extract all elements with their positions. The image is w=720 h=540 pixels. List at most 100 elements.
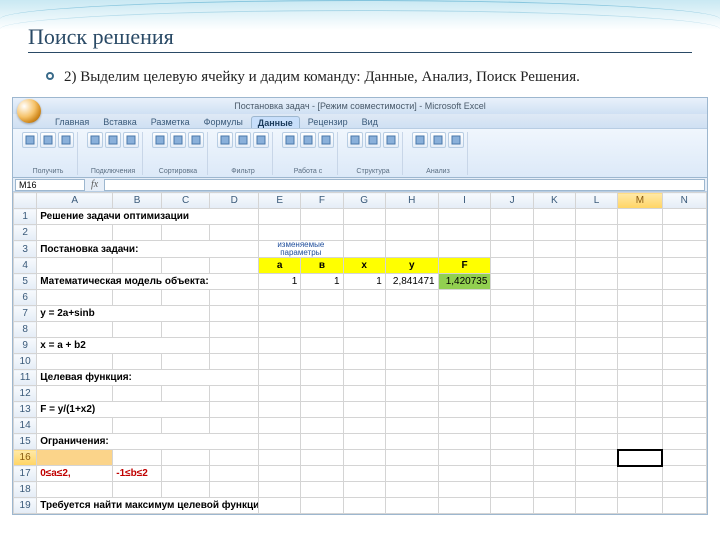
row-header-16[interactable]: 16 (14, 450, 37, 466)
cell-K9[interactable] (533, 338, 575, 354)
cell-A11[interactable]: Целевая функция: (37, 370, 259, 386)
cell-J7[interactable] (491, 306, 533, 322)
ribbon-button[interactable] (105, 132, 121, 148)
cell-I1[interactable] (438, 209, 491, 225)
cell-B12[interactable] (113, 386, 162, 402)
cell-M18[interactable] (618, 482, 662, 498)
cell-N9[interactable] (662, 338, 706, 354)
cell-D8[interactable] (210, 322, 259, 338)
cell-H14[interactable] (385, 418, 438, 434)
ribbon-button[interactable] (383, 132, 399, 148)
cell-L16[interactable] (575, 450, 617, 466)
cell-I11[interactable] (438, 370, 491, 386)
col-header-M[interactable]: M (618, 193, 662, 209)
cell-D18[interactable] (210, 482, 259, 498)
cell-E10[interactable] (259, 354, 301, 370)
row-header-5[interactable]: 5 (14, 274, 37, 290)
cell-K19[interactable] (533, 498, 575, 514)
cell-L4[interactable] (575, 258, 617, 274)
cell-A5[interactable]: Математическая модель объекта: (37, 274, 259, 290)
cell-E3[interactable]: изменяемые параметры (259, 241, 344, 258)
cell-M16[interactable] (618, 450, 662, 466)
cell-F18[interactable] (301, 482, 343, 498)
row-header-1[interactable]: 1 (14, 209, 37, 225)
cell-M13[interactable] (618, 402, 662, 418)
row-header-18[interactable]: 18 (14, 482, 37, 498)
col-header-G[interactable]: G (343, 193, 385, 209)
ribbon-button[interactable] (188, 132, 204, 148)
cell-L6[interactable] (575, 290, 617, 306)
cell-B17[interactable]: -1≤b≤2 (113, 466, 162, 482)
cell-A3[interactable]: Постановка задачи: (37, 241, 259, 258)
cell-M8[interactable] (618, 322, 662, 338)
cell-M4[interactable] (618, 258, 662, 274)
ribbon-button[interactable] (123, 132, 139, 148)
cell-H9[interactable] (385, 338, 438, 354)
cell-D14[interactable] (210, 418, 259, 434)
cell-A10[interactable] (37, 354, 113, 370)
cell-G15[interactable] (343, 434, 385, 450)
ribbon-tab-3[interactable]: Формулы (198, 116, 249, 128)
cell-A12[interactable] (37, 386, 113, 402)
cell-E18[interactable] (259, 482, 301, 498)
cell-I13[interactable] (438, 402, 491, 418)
cell-F1[interactable] (301, 209, 343, 225)
cell-H18[interactable] (385, 482, 438, 498)
cell-I10[interactable] (438, 354, 491, 370)
cell-G10[interactable] (343, 354, 385, 370)
cell-M6[interactable] (618, 290, 662, 306)
cell-D13[interactable] (210, 402, 259, 418)
cell-E5[interactable]: 1 (259, 274, 301, 290)
cell-K18[interactable] (533, 482, 575, 498)
ribbon-button[interactable] (282, 132, 298, 148)
cell-I8[interactable] (438, 322, 491, 338)
cell-M15[interactable] (618, 434, 662, 450)
cell-G9[interactable] (343, 338, 385, 354)
cell-D7[interactable] (210, 306, 259, 322)
ribbon-button[interactable] (217, 132, 233, 148)
cell-H16[interactable] (385, 450, 438, 466)
cell-M1[interactable] (618, 209, 662, 225)
cell-G6[interactable] (343, 290, 385, 306)
row-header-17[interactable]: 17 (14, 466, 37, 482)
cell-C4[interactable] (161, 258, 210, 274)
ribbon-tab-0[interactable]: Главная (49, 116, 95, 128)
cell-L14[interactable] (575, 418, 617, 434)
cell-K5[interactable] (533, 274, 575, 290)
ribbon-button[interactable] (430, 132, 446, 148)
cell-C18[interactable] (161, 482, 210, 498)
cell-I2[interactable] (438, 225, 491, 241)
formula-bar[interactable] (104, 179, 705, 191)
cell-F9[interactable] (301, 338, 343, 354)
cell-E16[interactable] (259, 450, 301, 466)
cell-F14[interactable] (301, 418, 343, 434)
cell-F17[interactable] (301, 466, 343, 482)
cell-B2[interactable] (113, 225, 162, 241)
cell-H2[interactable] (385, 225, 438, 241)
cell-L13[interactable] (575, 402, 617, 418)
cell-K3[interactable] (533, 241, 575, 258)
cell-I7[interactable] (438, 306, 491, 322)
fx-icon[interactable]: fx (91, 179, 98, 190)
cell-G2[interactable] (343, 225, 385, 241)
ribbon-button[interactable] (235, 132, 251, 148)
cell-A2[interactable] (37, 225, 113, 241)
cell-F8[interactable] (301, 322, 343, 338)
cell-G12[interactable] (343, 386, 385, 402)
cell-D4[interactable] (210, 258, 259, 274)
cell-K14[interactable] (533, 418, 575, 434)
cell-E17[interactable] (259, 466, 301, 482)
cell-I19[interactable] (438, 498, 491, 514)
cell-N16[interactable] (662, 450, 706, 466)
cell-J14[interactable] (491, 418, 533, 434)
cell-H13[interactable] (385, 402, 438, 418)
cell-I6[interactable] (438, 290, 491, 306)
cell-E7[interactable] (259, 306, 301, 322)
ribbon-button[interactable] (58, 132, 74, 148)
cell-F10[interactable] (301, 354, 343, 370)
cell-B6[interactable] (113, 290, 162, 306)
row-header-15[interactable]: 15 (14, 434, 37, 450)
cell-E2[interactable] (259, 225, 301, 241)
row-header-3[interactable]: 3 (14, 241, 37, 258)
cell-E11[interactable] (259, 370, 301, 386)
